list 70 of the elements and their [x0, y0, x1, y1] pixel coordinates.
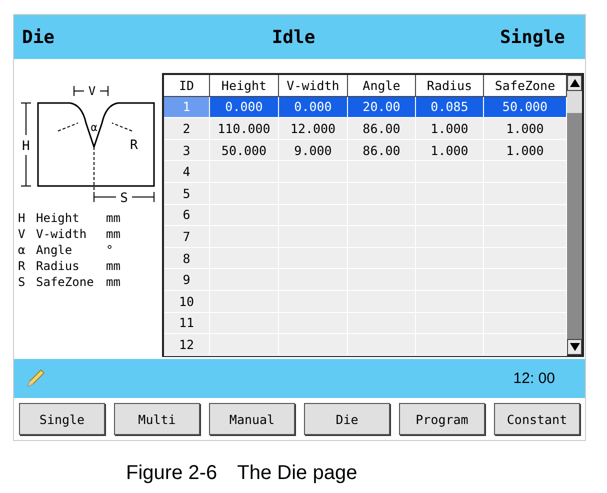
scrollbar-thumb[interactable]	[567, 91, 582, 113]
table-cell: 20.00	[348, 96, 416, 118]
down-arrow-icon	[570, 343, 580, 351]
column-header: V-width	[279, 75, 348, 97]
mode-label: Single	[498, 26, 565, 48]
legend-symbol: V	[18, 227, 26, 241]
legend-unit: mm	[106, 259, 122, 273]
table-cell: 0.000	[210, 96, 279, 118]
legend-unit: mm	[106, 211, 122, 225]
scroll-down-button[interactable]	[567, 339, 582, 355]
legend-symbol: α	[18, 243, 26, 257]
nav-button[interactable]: Manual	[209, 403, 295, 435]
machine-status: Idle	[270, 26, 316, 48]
legend-unit: mm	[106, 227, 122, 241]
table-cell: 1.000	[484, 140, 567, 162]
table-cell: 1.000	[484, 118, 567, 140]
page-title: Die	[22, 26, 56, 48]
legend-name: SafeZone	[36, 275, 95, 289]
legend-name: Height	[36, 211, 80, 225]
column-header: ID	[164, 75, 210, 97]
nav-button[interactable]: Program	[399, 403, 485, 435]
legend-symbol: H	[18, 211, 26, 225]
pencil-icon[interactable]	[24, 368, 46, 390]
legend-unit: mm	[106, 275, 122, 289]
row-id[interactable]: 3	[164, 140, 210, 162]
row-id[interactable]: 11	[164, 312, 210, 334]
table-cell: 86.00	[348, 140, 416, 162]
diagram-label: α	[90, 121, 98, 134]
row-id[interactable]: 9	[164, 269, 210, 291]
column-header: Height	[210, 75, 279, 97]
row-id[interactable]: 4	[164, 161, 210, 183]
table-cell: 1.000	[416, 118, 484, 140]
column-header: Angle	[348, 75, 416, 97]
row-id[interactable]: 10	[164, 290, 210, 313]
table-cell: 9.000	[279, 140, 348, 162]
table-cell: 50.000	[210, 140, 279, 162]
nav-button[interactable]: Die	[304, 403, 390, 435]
row-id[interactable]: 12	[164, 334, 210, 356]
legend-unit: °	[106, 243, 114, 257]
table-cell: 50.000	[484, 96, 567, 118]
row-id[interactable]: 2	[164, 118, 210, 140]
table-cell: 1.000	[416, 140, 484, 162]
nav-button[interactable]: Multi	[114, 403, 200, 435]
diagram-label: V	[88, 84, 96, 98]
up-arrow-icon	[570, 79, 580, 87]
legend-name: Angle	[36, 243, 74, 257]
table-cell: 110.000	[210, 118, 279, 140]
clock: 12: 00	[513, 370, 555, 387]
legend-symbol: S	[18, 275, 26, 289]
column-header: Radius	[416, 75, 484, 97]
diagram-label: H	[22, 139, 30, 154]
figure-caption: Figure 2-6 The Die page	[126, 461, 358, 486]
row-id[interactable]: 7	[164, 226, 210, 248]
scroll-up-button[interactable]	[567, 75, 582, 91]
diagram-label: S	[120, 191, 128, 205]
legend-symbol: R	[18, 259, 26, 273]
table-cell: 86.00	[348, 118, 416, 140]
row-id[interactable]: 8	[164, 248, 210, 270]
scrollbar[interactable]	[567, 75, 582, 355]
row-id[interactable]: 5	[164, 182, 210, 205]
legend-name: V-width	[36, 227, 88, 241]
legend-name: Radius	[36, 259, 80, 273]
table-cell: 0.000	[279, 96, 348, 118]
column-header: SafeZone	[484, 75, 567, 97]
diagram-label: R	[130, 138, 138, 153]
table-cell: 12.000	[279, 118, 348, 140]
row-id[interactable]: 6	[164, 204, 210, 226]
nav-button[interactable]: Constant	[494, 403, 580, 435]
nav-button[interactable]: Single	[19, 403, 105, 435]
table-cell: 0.085	[416, 96, 484, 118]
